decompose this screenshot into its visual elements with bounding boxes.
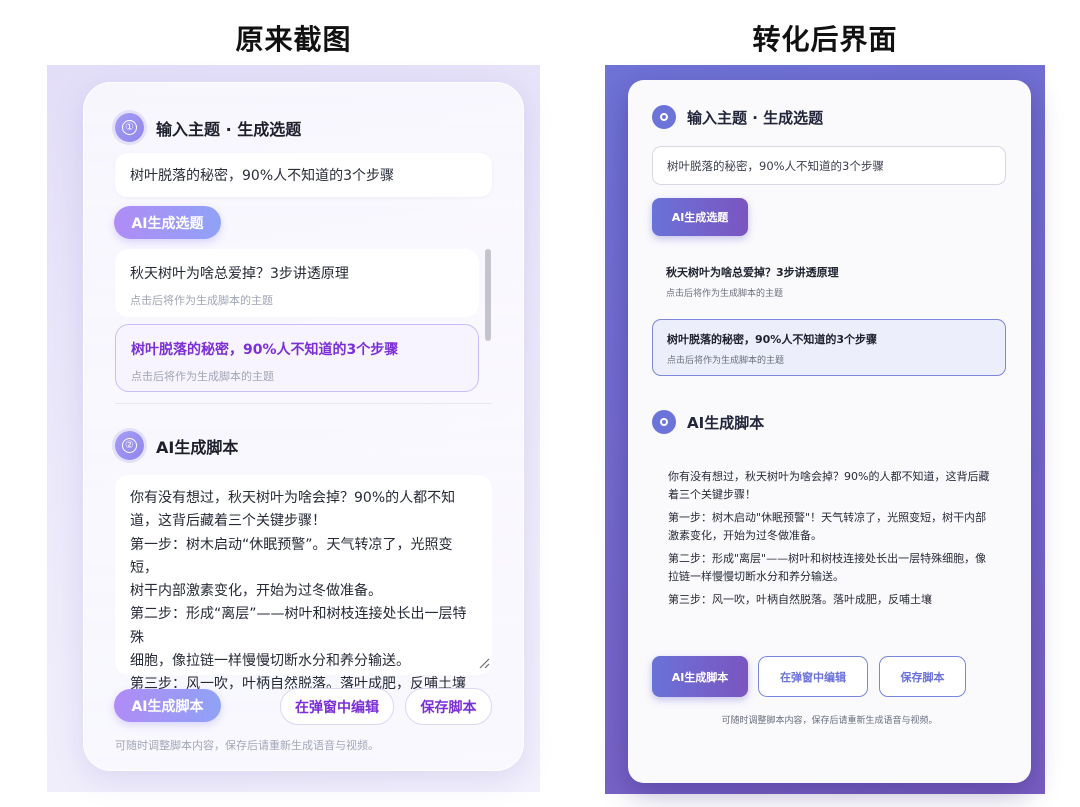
script-paragraph: 第三步：风一吹，叶柄自然脱落。落叶成肥，反哺土壤 [668, 593, 932, 606]
original-topic-input[interactable]: 树叶脱落的秘密，90%人不知道的3个步骤 [115, 153, 492, 197]
script-line: 第二步：形成“离层”——树叶和树枝连接处长出一层特殊 [130, 606, 467, 646]
converted-step2-header: AI生成脚本 [652, 410, 764, 434]
converted-generate-script-button[interactable]: AI生成脚本 [652, 656, 748, 697]
original-script-textarea[interactable]: 你有没有想过，秋天树叶为啥会掉？90%的人都不知 道，这背后藏着三个关键步骤！ … [115, 475, 492, 692]
script-line: 细胞，像拉链一样慢慢切断水分和养分输送。 [130, 653, 410, 670]
step2-title: AI生成脚本 [156, 437, 239, 457]
converted-ui-heading: 转化后界面 [752, 23, 898, 56]
original-topic-option[interactable]: 秋天树叶为啥总爱掉？3步讲透原理 点击后将作为生成脚本的主题 [115, 249, 479, 317]
script-paragraph: 第二步：形成"离层"——树叶和树枝连接处长出一层特殊细胞，像拉链一样慢慢切断水分… [668, 552, 987, 583]
topic-option-title: 树叶脱落的秘密，90%人不知道的3个步骤 [131, 342, 399, 358]
script-line: 树干内部激素变化，开始为过冬做准备。 [130, 583, 382, 600]
converted-edit-popup-button[interactable]: 在弹窗中编辑 [758, 656, 868, 697]
converted-save-script-button[interactable]: 保存脚本 [879, 656, 966, 697]
step2-title: AI生成脚本 [687, 413, 765, 432]
script-line: 道，这背后藏着三个关键步骤！ [130, 513, 326, 530]
converted-generate-topics-button[interactable]: AI生成选题 [652, 198, 748, 236]
options-scrollbar[interactable] [485, 249, 491, 341]
topic-option-title: 树叶脱落的秘密，90%人不知道的3个步骤 [667, 333, 877, 346]
converted-step1-header: 输入主题 · 生成选题 [652, 105, 823, 129]
topic-option-subtitle: 点击后将作为生成脚本的主题 [667, 356, 785, 366]
original-generate-script-button[interactable]: AI生成脚本 [114, 689, 221, 722]
converted-script-text[interactable]: 你有没有想过，秋天树叶为啥会掉？90%的人都不知道，这背后藏着三个关键步骤！ 第… [668, 468, 994, 614]
topic-option-subtitle: 点击后将作为生成脚本的主题 [130, 294, 273, 307]
script-paragraph: 你有没有想过，秋天树叶为啥会掉？90%的人都不知道，这背后藏着三个关键步骤！ [668, 470, 990, 501]
original-save-script-button[interactable]: 保存脚本 [405, 688, 492, 725]
step1-title: 输入主题 · 生成选题 [156, 119, 302, 139]
converted-hint-text: 可随时调整脚本内容，保存后请重新生成语音与视频。 [721, 716, 938, 726]
step-dot-icon [652, 410, 676, 434]
converted-topic-option-selected[interactable]: 树叶脱落的秘密，90%人不知道的3个步骤 点击后将作为生成脚本的主题 [652, 319, 1006, 376]
topic-option-title: 秋天树叶为啥总爱掉？3步讲透原理 [130, 266, 349, 282]
script-paragraph: 第一步：树木启动"休眠预警"！天气转凉了，光照变短，树干内部激素变化，开始为过冬… [668, 511, 987, 542]
original-step2-header: ② AI生成脚本 [115, 431, 238, 460]
topic-option-subtitle: 点击后将作为生成脚本的主题 [131, 370, 274, 383]
topic-option-subtitle: 点击后将作为生成脚本的主题 [666, 289, 784, 299]
converted-topic-input[interactable]: 树叶脱落的秘密，90%人不知道的3个步骤 [652, 146, 1006, 185]
script-line: 第一步：树木启动“休眠预警”。天气转凉了，光照变短， [130, 536, 453, 576]
topic-option-title: 秋天树叶为啥总爱掉？3步讲透原理 [666, 266, 839, 279]
step1-title: 输入主题 · 生成选题 [687, 108, 824, 127]
converted-topic-option[interactable]: 秋天树叶为啥总爱掉？3步讲透原理 点击后将作为生成脚本的主题 [652, 253, 1006, 310]
step1-number-badge: ① [115, 113, 144, 142]
step-dot-icon [652, 105, 676, 129]
resize-handle-icon[interactable] [478, 657, 490, 669]
script-line: 你有没有想过，秋天树叶为啥会掉？90%的人都不知 [130, 490, 456, 506]
original-hint-text: 可随时调整脚本内容，保存后请重新生成语音与视频。 [115, 739, 379, 752]
original-step1-header: ① 输入主题 · 生成选题 [115, 113, 301, 142]
step2-number-badge: ② [115, 431, 144, 460]
section-divider [115, 403, 492, 404]
original-topic-option-selected[interactable]: 树叶脱落的秘密，90%人不知道的3个步骤 点击后将作为生成脚本的主题 [115, 324, 479, 392]
original-screenshot-heading: 原来截图 [235, 23, 352, 56]
original-edit-popup-button[interactable]: 在弹窗中编辑 [280, 688, 394, 725]
original-generate-topics-button[interactable]: AI生成选题 [114, 206, 221, 239]
